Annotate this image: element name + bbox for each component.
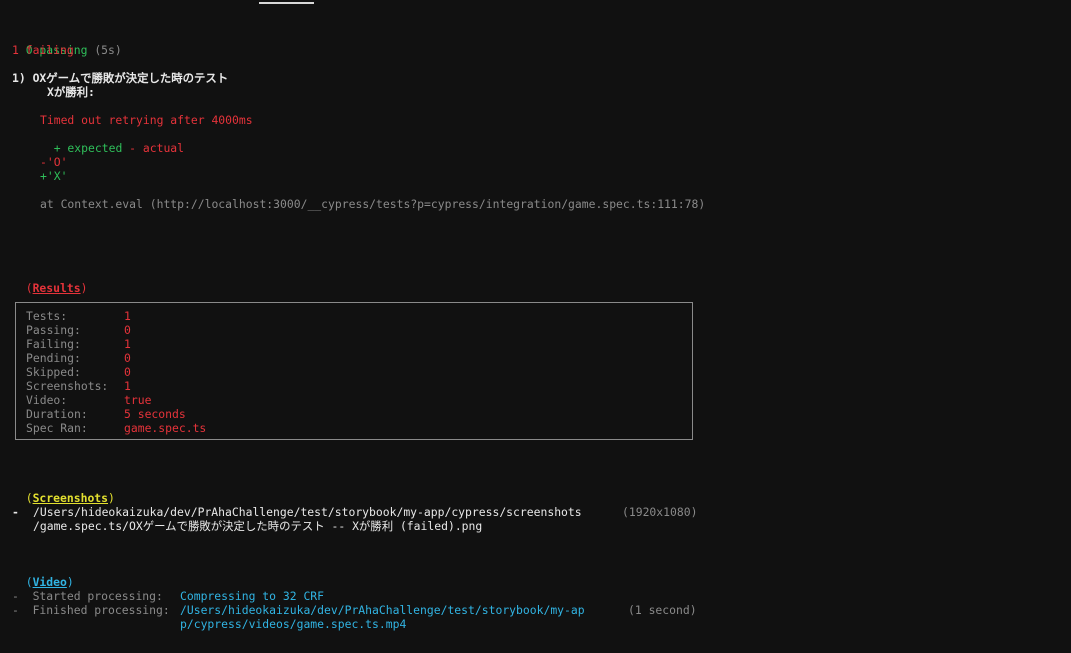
passing-time: (5s) [94, 43, 122, 57]
video-heading: (Video) [25, 575, 74, 589]
results-row: Pending: 0 [26, 351, 131, 365]
results-row-value: 1 [124, 309, 131, 323]
results-row-label: Pending: [26, 351, 81, 365]
results-row: Tests: 1 [26, 309, 131, 323]
video-finished-time: (1 second) [628, 603, 697, 617]
screenshots-heading-text: Screenshots [32, 491, 109, 505]
screenshot-bullet: - [12, 505, 19, 519]
results-row-label: Video: [26, 393, 68, 407]
results-row-label: Tests: [26, 309, 68, 323]
results-row-label: Passing: [26, 323, 81, 337]
diff-legend: + expected - actual [40, 127, 184, 155]
results-row-value: 1 [124, 337, 131, 351]
failure-subtitle: Xが勝利: [47, 85, 95, 99]
results-row-label: Screenshots: [26, 379, 109, 393]
error-message: Timed out retrying after 4000ms [40, 113, 253, 127]
screenshots-heading: (Screenshots) [25, 491, 115, 505]
results-row: Skipped: 0 [26, 365, 131, 379]
results-row: Failing: 1 [26, 337, 131, 351]
video-heading-text: Video [32, 575, 67, 589]
results-row: Duration: 5 seconds [26, 407, 186, 421]
failing-summary: 1 failing [12, 43, 74, 57]
screenshot-path-line2: /game.spec.ts/OXゲームで勝敗が決定した時のテスト -- Xが勝利… [33, 519, 483, 533]
results-row-value: game.spec.ts [124, 421, 207, 435]
diff-plus-line: +'X' [40, 169, 68, 183]
results-row-value: 0 [124, 323, 131, 337]
results-heading-text: Results [32, 281, 81, 295]
video-started-label: - Started processing: [12, 589, 163, 603]
results-row-label: Skipped: [26, 365, 81, 379]
scroll-indicator [259, 2, 314, 4]
video-finished-path-line2: p/cypress/videos/game.spec.ts.mp4 [180, 617, 407, 631]
video-started-value: Compressing to 32 CRF [180, 589, 325, 603]
results-row-value: 0 [124, 365, 131, 379]
video-finished-label: - Finished processing: [12, 603, 170, 617]
screenshot-dimensions: (1920x1080) [622, 505, 698, 519]
diff-minus-line: -'O' [40, 155, 68, 169]
results-row-label: Spec Ran: [26, 421, 88, 435]
video-finished-path-line1: /Users/hideokaizuka/dev/PrAhaChallenge/t… [180, 603, 585, 617]
stack-trace: at Context.eval (http://localhost:3000/_… [40, 197, 706, 211]
diff-expected-label: + expected [53, 141, 123, 155]
failure-title: 1) OXゲームで勝敗が決定した時のテスト [12, 71, 229, 85]
results-row-value: 5 seconds [124, 407, 186, 421]
results-row-label: Duration: [26, 407, 88, 421]
results-row: Screenshots: 1 [26, 379, 131, 393]
results-row-value: true [124, 393, 152, 407]
diff-actual-label: - actual [129, 141, 185, 155]
results-row: Video: true [26, 393, 151, 407]
results-row-value: 0 [124, 351, 131, 365]
results-heading: (Results) [25, 281, 88, 295]
results-row: Passing: 0 [26, 323, 131, 337]
results-row-value: 1 [124, 379, 131, 393]
results-row: Spec Ran: game.spec.ts [26, 421, 206, 435]
screenshot-path-line1: /Users/hideokaizuka/dev/PrAhaChallenge/t… [33, 505, 582, 519]
results-row-label: Failing: [26, 337, 81, 351]
